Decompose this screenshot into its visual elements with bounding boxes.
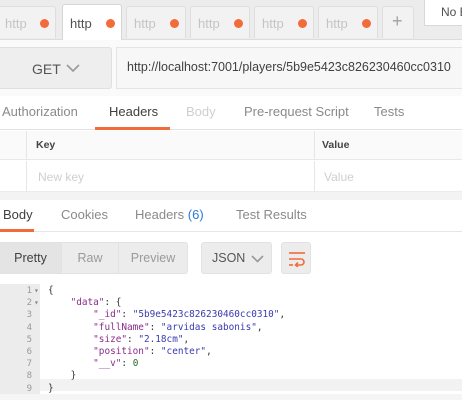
request-tab[interactable]: http: [254, 6, 314, 38]
code-line: "position": "center",: [93, 346, 212, 357]
line-number: 2: [26, 298, 32, 309]
unsaved-dot-icon: [170, 19, 179, 28]
tab-body[interactable]: Body: [186, 104, 216, 119]
line-number: 9: [26, 383, 32, 394]
preview-button[interactable]: Preview: [118, 242, 188, 274]
tab-tests[interactable]: Tests: [374, 104, 404, 119]
tab-label: http: [5, 16, 27, 31]
code-line: "__v": 0: [93, 358, 139, 370]
pretty-button[interactable]: Pretty: [0, 242, 62, 274]
line-number: 7: [26, 359, 32, 370]
unsaved-dot-icon: [234, 19, 243, 28]
request-tab[interactable]: http: [190, 6, 250, 38]
unsaved-dot-icon: [298, 19, 307, 28]
fold-arrow-icon[interactable]: ▾: [34, 297, 39, 309]
tab-cookies[interactable]: Cookies: [61, 207, 108, 222]
new-tab-button[interactable]: +: [382, 6, 414, 38]
value-column-header: Value: [322, 139, 350, 151]
line-number: 8: [26, 371, 32, 382]
request-tab-active[interactable]: http: [62, 4, 122, 40]
tab-label: http: [198, 16, 220, 31]
wrap-lines-icon: [289, 252, 305, 267]
method-select[interactable]: GET: [0, 47, 112, 89]
line-number: 4: [26, 322, 32, 333]
tab-headers[interactable]: Headers: [109, 104, 158, 119]
line-number: 1: [26, 286, 32, 296]
headers-count-badge: (6): [187, 207, 204, 222]
tab-label: http: [70, 16, 92, 31]
raw-button[interactable]: Raw: [61, 242, 119, 274]
active-line-highlight: [40, 379, 462, 391]
key-column-header: Key: [36, 139, 56, 151]
code-line: "data": {: [70, 297, 122, 309]
active-tab-indicator: [95, 127, 170, 130]
headers-label: Headers: [135, 207, 185, 222]
request-tabs: Authorization Headers Body Pre-request S…: [0, 96, 462, 130]
unsaved-dot-icon: [40, 19, 49, 28]
value-input[interactable]: Value: [324, 170, 354, 184]
code-line: "size": "2.18cm",: [93, 333, 190, 345]
chevron-down-icon: [251, 255, 264, 263]
environment-label: No E: [441, 5, 462, 19]
format-select[interactable]: JSON: [201, 242, 272, 274]
url-input[interactable]: http://localhost:7001/players/5b9e5423c8…: [116, 47, 462, 89]
chevron-down-icon: [66, 64, 80, 73]
headers-table-row: New key Value: [0, 161, 462, 192]
tab-pre-request-script[interactable]: Pre-request Script: [244, 104, 349, 119]
format-label: JSON: [212, 251, 246, 265]
environment-selector[interactable]: No E: [424, 0, 462, 26]
tab-response-body[interactable]: Body: [3, 207, 33, 222]
tab-response-headers[interactable]: Headers (6): [135, 207, 204, 222]
key-input[interactable]: New key: [38, 170, 84, 184]
bottom-border: [0, 394, 462, 400]
active-tab-indicator: [0, 229, 34, 232]
request-tab[interactable]: http: [0, 6, 56, 38]
unsaved-dot-icon: [106, 19, 115, 28]
request-tab[interactable]: http: [318, 6, 378, 38]
tab-test-results[interactable]: Test Results: [236, 207, 307, 222]
line-number: 5: [26, 334, 32, 345]
tab-label: http: [326, 16, 348, 31]
method-label: GET: [32, 61, 61, 77]
code-line: "_id": "5b9e5423c826230460cc0310",: [93, 309, 286, 321]
response-toolbar: Pretty Raw Preview JSON: [0, 238, 462, 282]
fold-arrow-icon[interactable]: ▾: [34, 285, 39, 297]
code-line: "fullName": "arvidas sabonis",: [93, 321, 263, 333]
request-tab[interactable]: http: [126, 6, 186, 38]
response-tabs: Body Cookies Headers (6) Test Results: [0, 200, 462, 232]
code-line: {: [48, 285, 54, 296]
code-line: }: [48, 370, 77, 382]
headers-table-header: Key Value: [0, 131, 462, 160]
tab-label: http: [262, 16, 284, 31]
unsaved-dot-icon: [362, 19, 371, 28]
wrap-lines-button[interactable]: [281, 242, 311, 274]
section-divider: [0, 192, 462, 200]
code-line: }: [48, 382, 54, 394]
line-number: 3: [26, 310, 32, 321]
tab-authorization[interactable]: Authorization: [2, 104, 78, 119]
line-number: 6: [26, 347, 32, 357]
tab-label: http: [134, 16, 156, 31]
plus-icon: +: [392, 11, 403, 31]
